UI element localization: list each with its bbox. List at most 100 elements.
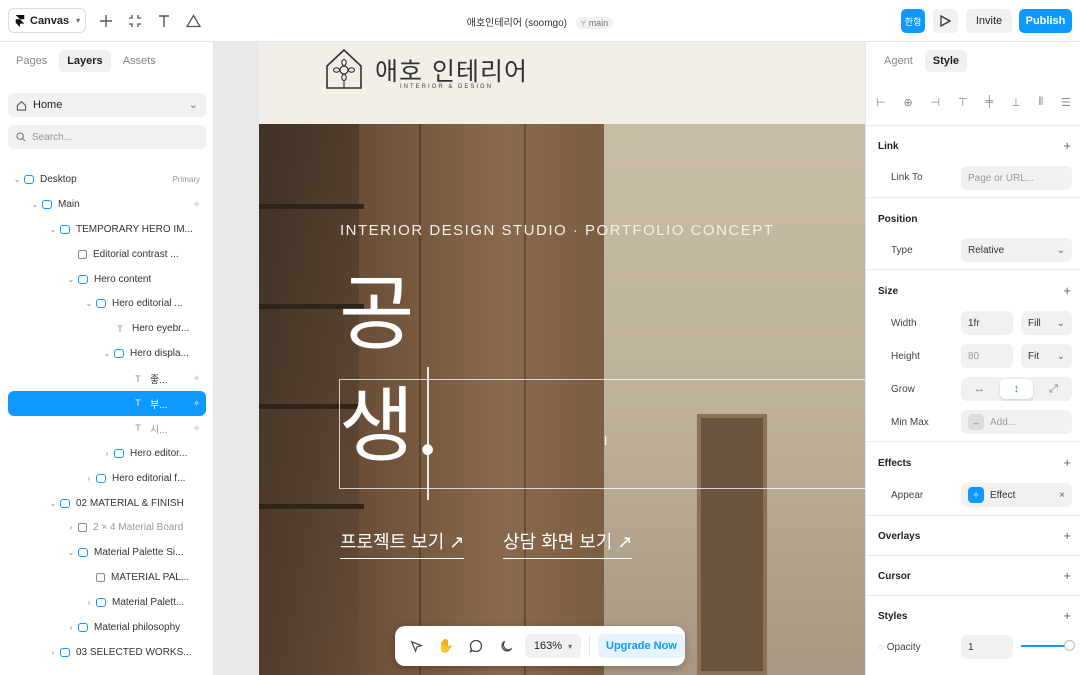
layer-row[interactable]: › 03 SELECTED WORKS... — [8, 640, 206, 665]
layer-row[interactable]: ⌄ Main ✧ — [8, 192, 206, 217]
chevron-down-icon: ▾ — [568, 641, 573, 651]
close-icon[interactable]: × — [1059, 490, 1065, 501]
zoom-select[interactable]: 163% ▾ — [525, 634, 581, 658]
comment-tool-icon[interactable] — [465, 635, 487, 657]
link-to-input[interactable]: Page or URL... — [961, 166, 1072, 190]
pointer-tool-icon[interactable] — [405, 635, 427, 657]
hero-display-line-1[interactable]: 공 — [339, 274, 414, 356]
search-icon — [16, 132, 26, 142]
chevron-down-icon[interactable]: ⌄ — [66, 548, 76, 557]
layer-row[interactable]: › Hero editor... — [8, 441, 206, 466]
layer-row[interactable]: ⌄ Hero editorial ... — [8, 291, 206, 316]
layer-search-input[interactable]: Search... — [8, 125, 206, 149]
add-overlay-icon[interactable]: + — [1063, 528, 1071, 543]
align-center-v-icon[interactable]: ╪ — [985, 96, 993, 109]
add-size-icon[interactable]: + — [1063, 283, 1071, 298]
chevron-right-icon[interactable]: › — [48, 648, 58, 657]
zoom-value: 163% — [533, 640, 563, 652]
layer-row[interactable]: ⌄ Material Palette Si... — [8, 540, 206, 565]
consult-link[interactable]: 상담 화면 보기 ↗ — [503, 528, 633, 559]
chevron-down-icon[interactable]: ⌄ — [102, 349, 112, 358]
width-label: Width — [891, 318, 917, 329]
moon-icon[interactable] — [495, 635, 517, 657]
minmax-input[interactable]: ↔ Add... — [961, 410, 1072, 434]
opacity-input[interactable]: 1 — [961, 635, 1013, 659]
height-mode-select[interactable]: Fit ⌄ — [1021, 344, 1072, 368]
tab-assets[interactable]: Assets — [115, 50, 164, 72]
layer-row[interactable]: T 좋... ✧ — [8, 366, 206, 391]
position-type-select[interactable]: Relative ⌄ — [961, 238, 1072, 262]
align-bottom-icon[interactable]: ⊥ — [1011, 96, 1021, 109]
layer-row-selected[interactable]: T 부... ✧ — [8, 391, 206, 416]
page-select[interactable]: Home ⌄ — [8, 93, 206, 117]
align-top-icon[interactable]: ⊤ — [958, 96, 968, 109]
align-right-icon[interactable]: ⊣ — [931, 96, 941, 109]
tab-agent[interactable]: Agent — [876, 50, 921, 72]
add-cursor-icon[interactable]: + — [1063, 568, 1071, 583]
upgrade-button[interactable]: Upgrade Now — [598, 634, 685, 658]
layer-row[interactable]: › Material philosophy — [8, 615, 206, 640]
layer-row[interactable]: ⌄ Hero content — [8, 267, 206, 292]
canvas-stage[interactable]: 애호 인테리어 INTERIOR & DESIGN INTERIOR DESIG… — [214, 42, 865, 675]
stack-icon — [96, 598, 106, 608]
chevron-down-icon[interactable]: ⌄ — [84, 299, 94, 308]
link-section: Link + Link To Page or URL... — [866, 125, 1080, 197]
layer-row[interactable]: MATERIAL PAL... — [8, 565, 206, 590]
chevron-right-icon[interactable]: › — [102, 449, 112, 458]
chevron-right-icon[interactable]: › — [66, 523, 76, 532]
layer-row[interactable]: › Hero editorial f... — [8, 466, 206, 491]
grow-vertical-icon[interactable]: ↕ — [1000, 379, 1033, 399]
grow-both-icon[interactable]: ⤢ — [1037, 379, 1070, 399]
chevron-down-icon[interactable]: ⌄ — [12, 175, 22, 184]
grow-label: Grow — [891, 384, 915, 395]
publish-button[interactable]: Publish — [1019, 9, 1072, 33]
chevron-right-icon[interactable]: › — [84, 598, 94, 607]
tab-layers[interactable]: Layers — [59, 50, 111, 72]
add-effect-icon[interactable]: + — [1063, 455, 1071, 470]
layer-row[interactable]: T 시... ✧ — [8, 416, 206, 441]
tab-style[interactable]: Style — [924, 50, 968, 72]
chevron-down-icon[interactable]: ⌄ — [66, 275, 76, 284]
chevron-down-icon[interactable]: ⌄ — [48, 225, 58, 234]
effect-chip[interactable]: ✧ Effect × — [961, 483, 1072, 507]
project-link[interactable]: 프로젝트 보기 ↗ — [340, 528, 465, 559]
frame-icon — [24, 174, 34, 184]
layer-row[interactable]: ⌄ TEMPORARY HERO IM... — [8, 217, 206, 242]
hero-display-line-2[interactable]: 생. — [339, 386, 441, 468]
site-header[interactable]: 애호 인테리어 INTERIOR & DESIGN — [259, 42, 865, 124]
preview-button[interactable] — [933, 9, 958, 33]
hero-eyebrow[interactable]: INTERIOR DESIGN STUDIO · PORTFOLIO CONCE… — [340, 222, 774, 239]
hero-section[interactable]: INTERIOR DESIGN STUDIO · PORTFOLIO CONCE… — [259, 124, 865, 675]
stack-icon — [96, 473, 106, 483]
chevron-right-icon[interactable]: › — [84, 474, 94, 483]
chevron-down-icon[interactable]: ⌄ — [48, 499, 58, 508]
frame-icon — [42, 199, 52, 209]
language-button[interactable]: 한형 — [901, 9, 925, 33]
layer-row[interactable]: ⌄ Desktop Primary — [8, 167, 206, 192]
add-style-icon[interactable]: + — [1063, 608, 1071, 623]
opacity-slider-handle[interactable] — [1064, 640, 1075, 651]
grow-horizontal-icon[interactable]: ↔ — [963, 379, 996, 399]
layer-row[interactable]: ⌄ 02 MATERIAL & FINISH — [8, 491, 206, 516]
align-left-icon[interactable]: ⊢ — [876, 96, 886, 109]
chevron-right-icon[interactable]: › — [66, 623, 76, 632]
branch-badge[interactable]: ⑂ main — [575, 17, 614, 29]
height-input[interactable]: 80 — [961, 344, 1013, 368]
hand-tool-icon[interactable]: ✋ — [435, 635, 457, 657]
add-link-icon[interactable]: + — [1063, 138, 1071, 153]
distribute-h-icon[interactable]: ⫴ — [1039, 96, 1044, 109]
invite-button[interactable]: Invite — [966, 9, 1012, 33]
layer-row[interactable]: T Hero eyebr... — [8, 316, 206, 341]
width-mode-select[interactable]: Fill ⌄ — [1021, 311, 1072, 335]
width-input[interactable]: 1fr — [961, 311, 1013, 335]
page-select-value: Home — [33, 99, 63, 111]
tab-pages[interactable]: Pages — [8, 50, 55, 72]
layer-row[interactable]: Editorial contrast ... — [8, 242, 206, 267]
chevron-down-icon[interactable]: ⌄ — [30, 200, 40, 209]
minmax-icon: ↔ — [968, 414, 984, 430]
align-center-h-icon[interactable]: ⊕ — [903, 96, 912, 109]
layer-row[interactable]: › 2 × 4 Material Board — [8, 515, 206, 540]
layer-row[interactable]: ⌄ Hero displa... — [8, 341, 206, 366]
layer-row[interactable]: › Material Palett... — [8, 590, 206, 615]
distribute-v-icon[interactable]: ☰ — [1061, 96, 1071, 109]
